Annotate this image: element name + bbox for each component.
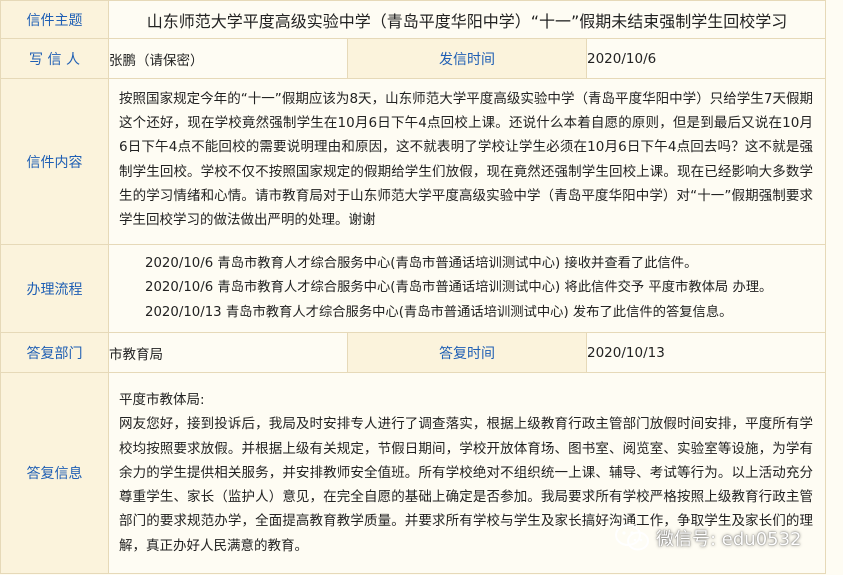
content-row: 信件内容 按照国家规定今年的“十一”假期应该为8天，山东师范大学平度高级实验中学… [0, 78, 826, 245]
reply-time-label: 答复时间 [347, 332, 587, 373]
process-row: 办理流程 2020/10/6 青岛市教育人才综合服务中心(青岛市普通话培训测试中… [0, 244, 826, 333]
right-margin [826, 0, 843, 575]
process-cell: 2020/10/6 青岛市教育人才综合服务中心(青岛市普通话培训测试中心) 接收… [108, 244, 826, 333]
letter-subject: 山东师范大学平度高级实验中学（青岛平度华阳中学）“十一”假期未结束强制学生回校学… [108, 0, 826, 39]
author-row: 写 信 人 张鹏（请保密） 发信时间 2020/10/6 [0, 38, 826, 79]
reply-greeting: 平度市教体局: [119, 391, 205, 408]
author-value: 张鹏（请保密） [108, 38, 348, 79]
reply-time-value: 2020/10/13 [586, 332, 826, 373]
process-step: 2020/10/6 青岛市教育人才综合服务中心(青岛市普通话培训测试中心) 接收… [145, 255, 698, 271]
letter-table: 信件主题 山东师范大学平度高级实验中学（青岛平度华阳中学）“十一”假期未结束强制… [0, 0, 826, 574]
process-step: 2020/10/13 青岛市教育人才综合服务中心(青岛市普通话培训测试中心) 发… [145, 304, 733, 320]
reply-dept-row: 答复部门 市教育局 答复时间 2020/10/13 [0, 332, 826, 373]
wechat-icon [615, 524, 649, 551]
letter-content: 按照国家规定今年的“十一”假期应该为8天，山东师范大学平度高级实验中学（青岛平度… [119, 90, 813, 229]
watermark-text: 微信号: edu0532 [656, 529, 802, 550]
reply-dept-label: 答复部门 [0, 332, 109, 373]
content-cell: 按照国家规定今年的“十一”假期应该为8天，山东师范大学平度高级实验中学（青岛平度… [108, 78, 826, 245]
sent-time-value: 2020/10/6 [586, 38, 826, 79]
content-label: 信件内容 [0, 78, 109, 245]
author-label: 写 信 人 [0, 38, 109, 79]
reply-dept-value: 市教育局 [108, 332, 348, 373]
wechat-watermark: 微信号: edu0532 [614, 523, 802, 553]
process-list: 2020/10/6 青岛市教育人才综合服务中心(青岛市普通话培训测试中心) 接收… [109, 248, 825, 330]
process-label: 办理流程 [0, 244, 109, 333]
reply-label: 答复信息 [0, 372, 109, 574]
subject-row: 信件主题 山东师范大学平度高级实验中学（青岛平度华阳中学）“十一”假期未结束强制… [0, 0, 826, 39]
sent-time-label: 发信时间 [347, 38, 587, 79]
process-step: 2020/10/6 青岛市教育人才综合服务中心(青岛市普通话培训测试中心) 将此… [145, 280, 773, 296]
subject-label: 信件主题 [0, 0, 109, 39]
